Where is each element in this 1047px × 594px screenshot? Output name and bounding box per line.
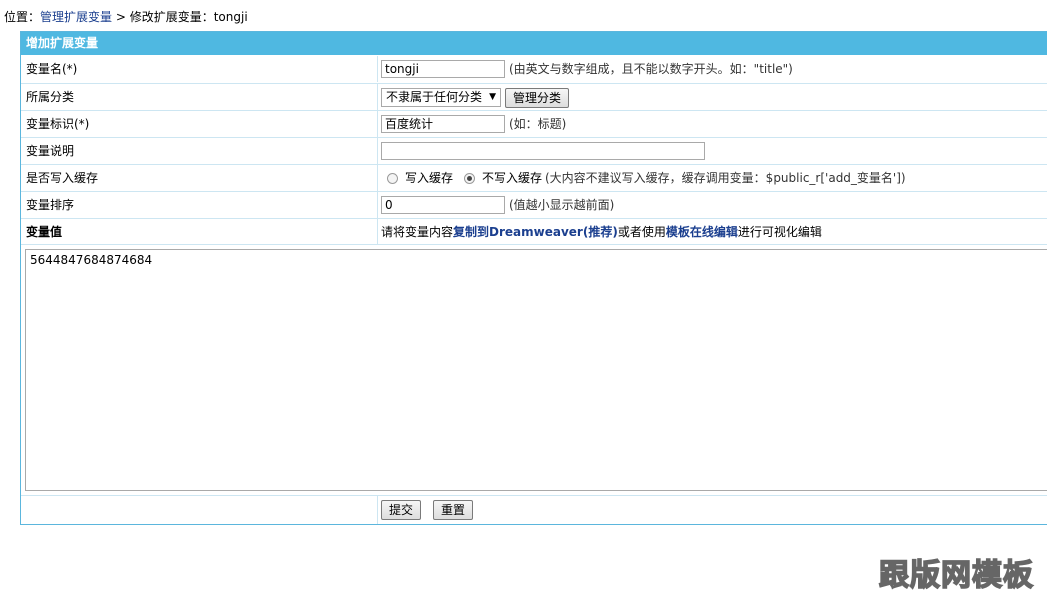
cache-radio-yes[interactable] xyxy=(387,173,398,184)
row-var-title: 变量标识(*) (如：标题) xyxy=(21,110,1047,137)
var-title-input[interactable] xyxy=(381,115,505,133)
var-value-instructions: 请将变量内容复制到Dreamweaver(推荐)或者使用模板在线编辑进行可视化编… xyxy=(381,219,822,245)
row-var-value: 变量值 请将变量内容复制到Dreamweaver(推荐)或者使用模板在线编辑进行… xyxy=(21,218,1047,245)
description-label: 变量说明 xyxy=(26,144,75,158)
copy-to-dreamweaver-link[interactable]: 复制到Dreamweaver(推荐) xyxy=(453,225,618,239)
category-selected: 不隶属于任何分类 xyxy=(386,90,483,104)
order-input[interactable] xyxy=(381,196,505,214)
add-var-form: 增加扩展变量 变量名(*) (由英文与数字组成，且不能以数字开头。如："titl… xyxy=(20,31,1047,525)
breadcrumb-link-manage-vars[interactable]: 管理扩展变量 xyxy=(40,10,112,24)
var-name-hint: (由英文与数字组成，且不能以数字开头。如："title") xyxy=(509,62,793,76)
row-order: 变量排序 (值越小显示越前面) xyxy=(21,191,1047,218)
category-select[interactable]: 不隶属于任何分类 ▼ xyxy=(381,88,501,107)
var-name-label: 变量名(*) xyxy=(26,62,78,76)
reset-button[interactable]: 重置 xyxy=(433,500,473,520)
cache-radio-no[interactable] xyxy=(464,173,475,184)
var-content-textarea[interactable]: 5644847684874684 xyxy=(25,249,1047,491)
order-hint: (值越小显示越前面) xyxy=(509,198,615,212)
var-title-label: 变量标识(*) xyxy=(26,117,90,131)
instr-text-2: 或者使用 xyxy=(617,225,666,239)
description-cell xyxy=(377,138,1047,164)
template-online-edit-link[interactable]: 模板在线编辑 xyxy=(666,225,738,239)
category-label: 所属分类 xyxy=(26,90,75,104)
breadcrumb-current: 修改扩展变量：tongji xyxy=(129,10,248,24)
order-cell: (值越小显示越前面) xyxy=(377,192,1047,218)
row-cache: 是否写入缓存 写入缓存 不写入缓存 (大内容不建议写入缓存，缓存调用变量：$pu… xyxy=(21,164,1047,191)
cache-hint: (大内容不建议写入缓存，缓存调用变量：$public_r['add_变量名']) xyxy=(545,171,906,185)
var-value-cell: 请将变量内容复制到Dreamweaver(推荐)或者使用模板在线编辑进行可视化编… xyxy=(377,219,1047,245)
cache-radio-no-label: 不写入缓存 xyxy=(482,171,543,185)
divider xyxy=(21,244,1047,246)
form-header: 增加扩展变量 xyxy=(21,32,1047,55)
chevron-down-icon: ▼ xyxy=(489,92,496,102)
instr-text-3: 进行可视化编辑 xyxy=(737,225,822,239)
var-value-label: 变量值 xyxy=(26,225,63,239)
var-title-cell: (如：标题) xyxy=(377,111,1047,137)
var-title-hint: (如：标题) xyxy=(509,117,567,131)
watermark-logo: 跟版网模板 xyxy=(878,557,1034,594)
var-name-cell: (由英文与数字组成，且不能以数字开头。如："title") xyxy=(377,56,1047,82)
breadcrumb: 位置：管理扩展变量 > 修改扩展变量：tongji xyxy=(4,8,248,25)
breadcrumb-prefix: 位置： xyxy=(4,10,41,24)
submit-button[interactable]: 提交 xyxy=(381,500,421,520)
cache-label: 是否写入缓存 xyxy=(26,171,99,185)
row-category: 所属分类 不隶属于任何分类 ▼ 管理分类 xyxy=(21,83,1047,110)
actions-cell: 提交 重置 xyxy=(377,496,1047,524)
order-label: 变量排序 xyxy=(26,198,75,212)
row-var-name: 变量名(*) (由英文与数字组成，且不能以数字开头。如："title") xyxy=(21,56,1047,82)
instr-text-1: 请将变量内容 xyxy=(381,225,454,239)
cache-cell: 写入缓存 不写入缓存 (大内容不建议写入缓存，缓存调用变量：$public_r[… xyxy=(377,165,1047,191)
var-name-input[interactable] xyxy=(381,60,505,78)
cache-radio-yes-label: 写入缓存 xyxy=(405,171,454,185)
row-description: 变量说明 xyxy=(21,137,1047,164)
category-cell: 不隶属于任何分类 ▼ 管理分类 xyxy=(377,84,1047,110)
manage-category-button[interactable]: 管理分类 xyxy=(505,88,569,108)
row-actions: 提交 重置 xyxy=(21,495,1047,524)
breadcrumb-sep: > xyxy=(112,10,130,24)
description-input[interactable] xyxy=(381,142,705,160)
